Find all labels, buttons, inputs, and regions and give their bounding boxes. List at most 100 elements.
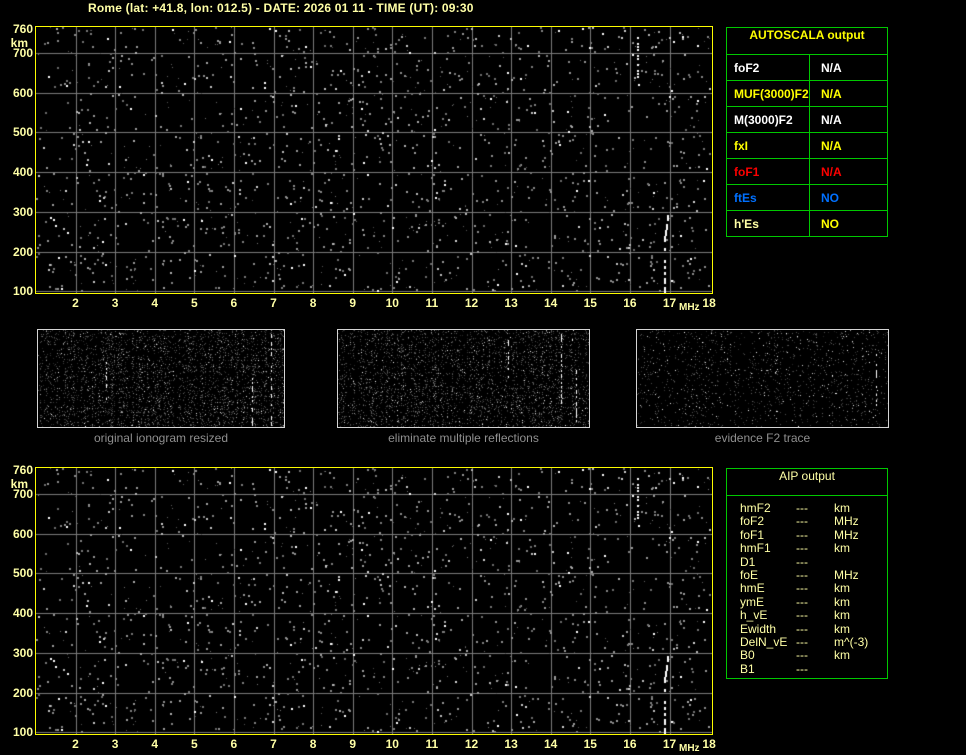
- param-label: h'Es: [727, 211, 810, 236]
- param-label: M(3000)F2: [727, 107, 810, 132]
- thumbnail-original-ionogram: [37, 329, 285, 428]
- y-tick-label: 200: [0, 245, 33, 259]
- x-tick-label: 8: [310, 296, 317, 310]
- param-label: hmF1: [740, 541, 796, 555]
- aip-table-header: AIP output: [727, 469, 887, 496]
- param-unit: km: [834, 608, 887, 622]
- x-tick-label: 2: [72, 737, 79, 751]
- x-tick-label: 7: [270, 296, 277, 310]
- param-value: ---: [796, 648, 834, 662]
- param-label: hmF2: [740, 501, 796, 515]
- param-unit: MHz: [834, 568, 887, 582]
- param-unit: MHz: [834, 514, 887, 528]
- table-row: ymE---km: [727, 595, 887, 608]
- param-value: ---: [796, 595, 834, 609]
- param-label: D1: [740, 555, 796, 569]
- y-tick-label: 760: [0, 463, 33, 477]
- param-unit: [834, 662, 887, 676]
- param-label: Ewidth: [740, 622, 796, 636]
- param-value: ---: [796, 662, 834, 676]
- x-tick-label: 15: [584, 737, 597, 751]
- param-label: foF1: [727, 159, 810, 184]
- x-tick-label: 4: [151, 737, 158, 751]
- x-tick-label: 5: [191, 296, 198, 310]
- table-row: hmF1---km: [727, 541, 887, 554]
- param-label: DelN_vE: [740, 635, 796, 649]
- table-row: hmE---km: [727, 581, 887, 594]
- table-row: MUF(3000)F2 N/A: [727, 81, 887, 107]
- x-tick-label: 11: [426, 296, 439, 310]
- param-label: B1: [740, 662, 796, 676]
- y-tick-label: 300: [0, 646, 33, 660]
- autoscala-screen: Rome (lat: +41.8, lon: 012.5) - DATE: 20…: [0, 0, 966, 755]
- x-tick-label: 7: [270, 737, 277, 751]
- param-value: ---: [796, 528, 834, 542]
- aip-output-table: AIP output hmF2---km foF2---MHz foF1---M…: [726, 468, 888, 679]
- table-row: M(3000)F2 N/A: [727, 107, 887, 133]
- x-tick-label: 5: [191, 737, 198, 751]
- x-tick-label: 18: [702, 296, 715, 310]
- table-row: h_vE---km: [727, 608, 887, 621]
- y-tick-label: 700: [0, 46, 33, 60]
- y-tick-label: 100: [0, 725, 33, 739]
- ionogram-canvas-bottom: [36, 468, 712, 734]
- aip-table-rows: hmF2---km foF2---MHz foF1---MHz hmF1---k…: [727, 496, 887, 675]
- param-value: N/A: [810, 81, 887, 106]
- x-tick-label: 16: [623, 737, 636, 751]
- y-tick-label: 700: [0, 487, 33, 501]
- param-value: ---: [796, 514, 834, 528]
- table-row: foF1 N/A: [727, 159, 887, 185]
- y-tick-label: 500: [0, 566, 33, 580]
- param-label: foF1: [740, 528, 796, 542]
- y-tick-label: 400: [0, 606, 33, 620]
- x-tick-label: 8: [310, 737, 317, 751]
- x-tick-label: 11: [426, 737, 439, 751]
- x-tick-label: 13: [504, 296, 517, 310]
- page-title: Rome (lat: +41.8, lon: 012.5) - DATE: 20…: [88, 1, 474, 15]
- param-unit: km: [834, 595, 887, 609]
- param-unit: km: [834, 541, 887, 555]
- y-tick-label: 400: [0, 165, 33, 179]
- param-value: N/A: [810, 107, 887, 132]
- param-value: ---: [796, 501, 834, 515]
- table-row: foF2 N/A: [727, 55, 887, 81]
- param-unit: m^(-3): [834, 635, 887, 649]
- thumbnail-eliminate-reflections: [337, 329, 590, 428]
- autoscala-table-header: AUTOSCALA output: [727, 28, 887, 55]
- param-value: ---: [796, 555, 834, 569]
- y-tick-label: 200: [0, 686, 33, 700]
- table-row: DelN_vE---m^(-3): [727, 635, 887, 648]
- table-row: foF1---MHz: [727, 528, 887, 541]
- table-row: h'Es NO: [727, 211, 887, 236]
- thumbnail-canvas-reflections: [338, 330, 589, 427]
- ionogram-plot-top: [35, 26, 713, 294]
- table-row: hmF2---km: [727, 501, 887, 514]
- param-label: fxI: [727, 133, 810, 158]
- ionogram-plot-bottom: [35, 467, 713, 735]
- x-tick-label: 6: [231, 737, 238, 751]
- param-unit: km: [834, 648, 887, 662]
- x-tick-label: 15: [584, 296, 597, 310]
- param-value: NO: [810, 211, 887, 236]
- table-row: D1---: [727, 555, 887, 568]
- x-tick-label: 3: [112, 296, 119, 310]
- x-tick-label: 6: [231, 296, 238, 310]
- table-row: B0---km: [727, 648, 887, 661]
- x-axis-unit: MHz: [679, 743, 700, 754]
- param-value: ---: [796, 568, 834, 582]
- x-tick-label: 2: [72, 296, 79, 310]
- y-tick-label: 760: [0, 22, 33, 36]
- param-label: B0: [740, 648, 796, 662]
- param-unit: km: [834, 581, 887, 595]
- param-label: MUF(3000)F2: [727, 81, 810, 106]
- x-tick-label: 4: [151, 296, 158, 310]
- thumbnail-caption-reflections: eliminate multiple reflections: [337, 431, 590, 445]
- param-label: hmE: [740, 581, 796, 595]
- table-row: foE---MHz: [727, 568, 887, 581]
- x-tick-label: 12: [465, 737, 478, 751]
- param-value: ---: [796, 635, 834, 649]
- x-tick-label: 10: [386, 737, 399, 751]
- x-tick-label: 16: [623, 296, 636, 310]
- x-tick-label: 10: [386, 296, 399, 310]
- param-value: ---: [796, 608, 834, 622]
